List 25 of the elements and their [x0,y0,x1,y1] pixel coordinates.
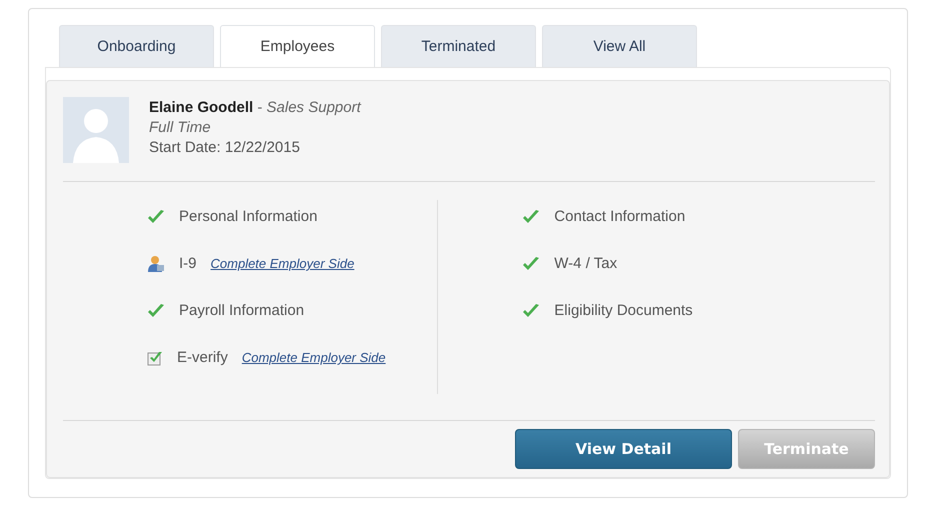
tab[interactable]: View All [542,25,697,67]
employee-name-line: Elaine Goodell - Sales Support [149,99,361,116]
complete-employer-side-link[interactable]: Complete Employer Side [210,253,354,275]
task-label: W-4 / Tax [554,254,618,274]
check-icon [522,303,540,319]
task-label: Eligibility Documents [554,301,693,321]
person-icon [147,255,165,273]
avatar-silhouette-icon [63,97,129,163]
checked-checkbox-icon [147,350,163,366]
check-icon [522,256,540,272]
complete-employer-side-link[interactable]: Complete Employer Side [242,347,386,369]
view-detail-button[interactable]: View Detail [515,429,732,469]
employment-type: Full Time [149,119,212,136]
task-label: Contact Information [554,207,686,227]
check-icon [147,303,165,319]
tab[interactable]: Employees [220,25,375,67]
check-icon [147,209,165,225]
task-label: Payroll Information [179,301,304,321]
start-date: Start Date: 12/22/2015 [149,139,301,156]
task-label: Personal Information [179,207,318,227]
tab[interactable]: Onboarding [59,25,214,67]
tab[interactable]: Terminated [381,25,536,67]
task-label: I-9 [179,254,197,274]
check-icon [522,209,540,225]
task-label: E-verify [177,348,228,368]
